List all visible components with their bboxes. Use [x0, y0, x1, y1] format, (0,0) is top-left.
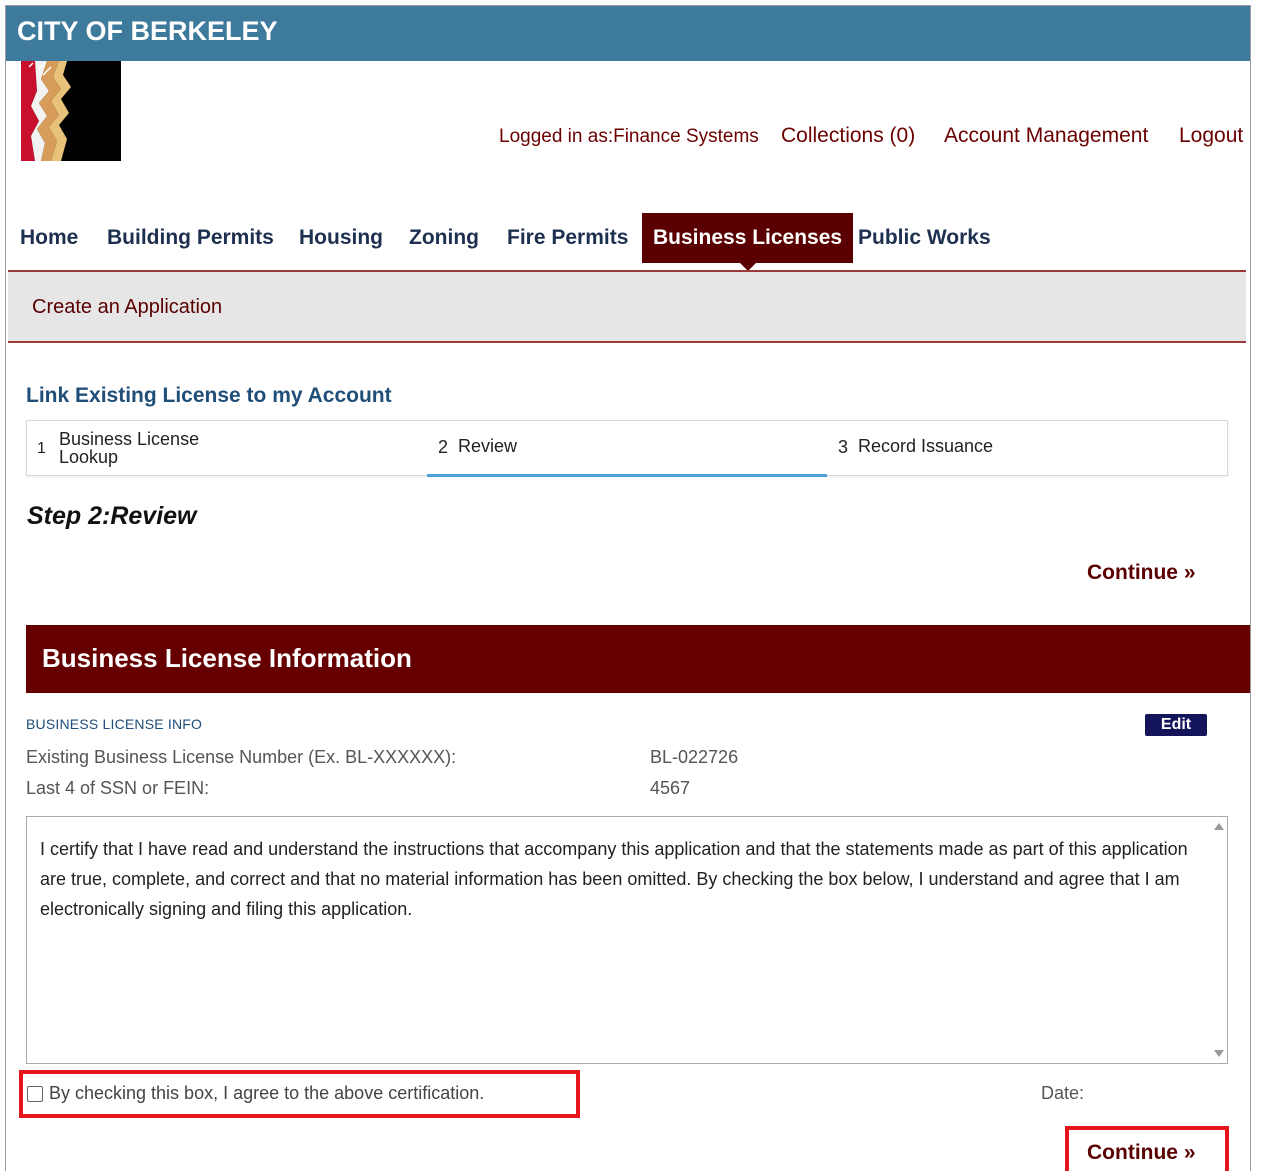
- field-value: 4567: [650, 778, 691, 798]
- step-3-number: 3: [838, 437, 849, 457]
- nav-public-works[interactable]: Public Works: [858, 213, 991, 263]
- sub-nav-bar: Create an Application: [8, 270, 1246, 343]
- field-label: Last 4 of SSN or FEIN:: [26, 778, 210, 798]
- date-label: Date:: [1041, 1083, 1085, 1103]
- logged-in-as: Logged in as:Finance Systems: [499, 126, 759, 147]
- step-2-label: Review: [458, 436, 518, 456]
- main-nav: Home Building Permits Housing Zoning Fir…: [6, 213, 1250, 271]
- nav-home[interactable]: Home: [20, 213, 78, 263]
- field-row-ssn-fein: Last 4 of SSN or FEIN: 4567: [26, 778, 690, 799]
- nav-housing[interactable]: Housing: [299, 213, 383, 263]
- nav-zoning[interactable]: Zoning: [409, 213, 479, 263]
- step-heading: Step 2:Review: [27, 502, 197, 530]
- create-application-link[interactable]: Create an Application: [32, 296, 222, 319]
- agree-label[interactable]: By checking this box, I agree to the abo…: [49, 1083, 484, 1104]
- info-subheading: BUSINESS LICENSE INFO: [26, 716, 203, 732]
- page-title: Link Existing License to my Account: [26, 384, 392, 407]
- field-row-license-number: Existing Business License Number (Ex. BL…: [26, 747, 738, 768]
- section-header: Business License Information: [26, 625, 1250, 693]
- agree-checkbox[interactable]: [27, 1086, 43, 1102]
- section-title: Business License Information: [42, 643, 412, 673]
- logo-graphic: [21, 61, 121, 161]
- step-3: 3 Record Issuance: [827, 421, 1227, 477]
- nav-building-permits[interactable]: Building Permits: [107, 213, 274, 263]
- step-2-number: 2: [438, 437, 449, 457]
- step-3-label: Record Issuance: [858, 436, 994, 456]
- scroll-up-arrow-icon[interactable]: [1214, 823, 1224, 830]
- berkeley-logo[interactable]: [21, 61, 121, 161]
- field-value: BL-022726: [650, 747, 739, 767]
- step-1: 1 Business License Lookup: [27, 421, 427, 477]
- site-title[interactable]: CITY OF BERKELEY: [17, 16, 278, 47]
- step-indicator: 1 Business License Lookup 2 Review 3 Rec…: [26, 420, 1228, 477]
- collections-link[interactable]: Collections (0): [781, 124, 915, 148]
- nav-business-licenses-label: Business Licenses: [653, 226, 843, 249]
- page-frame: CITY OF BERKELEY Logged in as:Finance Sy…: [5, 5, 1251, 1171]
- nav-fire-permits[interactable]: Fire Permits: [507, 213, 628, 263]
- continue-button-bottom[interactable]: Continue »: [1087, 1141, 1196, 1165]
- continue-button-top[interactable]: Continue »: [1087, 561, 1196, 585]
- certification-textarea[interactable]: I certify that I have read and understan…: [26, 816, 1228, 1064]
- edit-button[interactable]: Edit: [1145, 714, 1207, 736]
- step-1-number: 1: [37, 440, 46, 457]
- certification-text: I certify that I have read and understan…: [40, 839, 1188, 919]
- step-1-label: Business License Lookup: [59, 429, 200, 467]
- nav-business-licenses[interactable]: Business Licenses: [642, 213, 854, 271]
- scroll-down-arrow-icon[interactable]: [1214, 1050, 1224, 1057]
- field-label: Existing Business License Number (Ex. BL…: [26, 747, 457, 767]
- step-2-active: 2 Review: [427, 421, 827, 477]
- site-header: CITY OF BERKELEY: [6, 6, 1250, 61]
- textarea-scrollbar[interactable]: [1210, 817, 1227, 1063]
- account-management-link[interactable]: Account Management: [944, 124, 1148, 148]
- logout-link[interactable]: Logout: [1179, 124, 1243, 148]
